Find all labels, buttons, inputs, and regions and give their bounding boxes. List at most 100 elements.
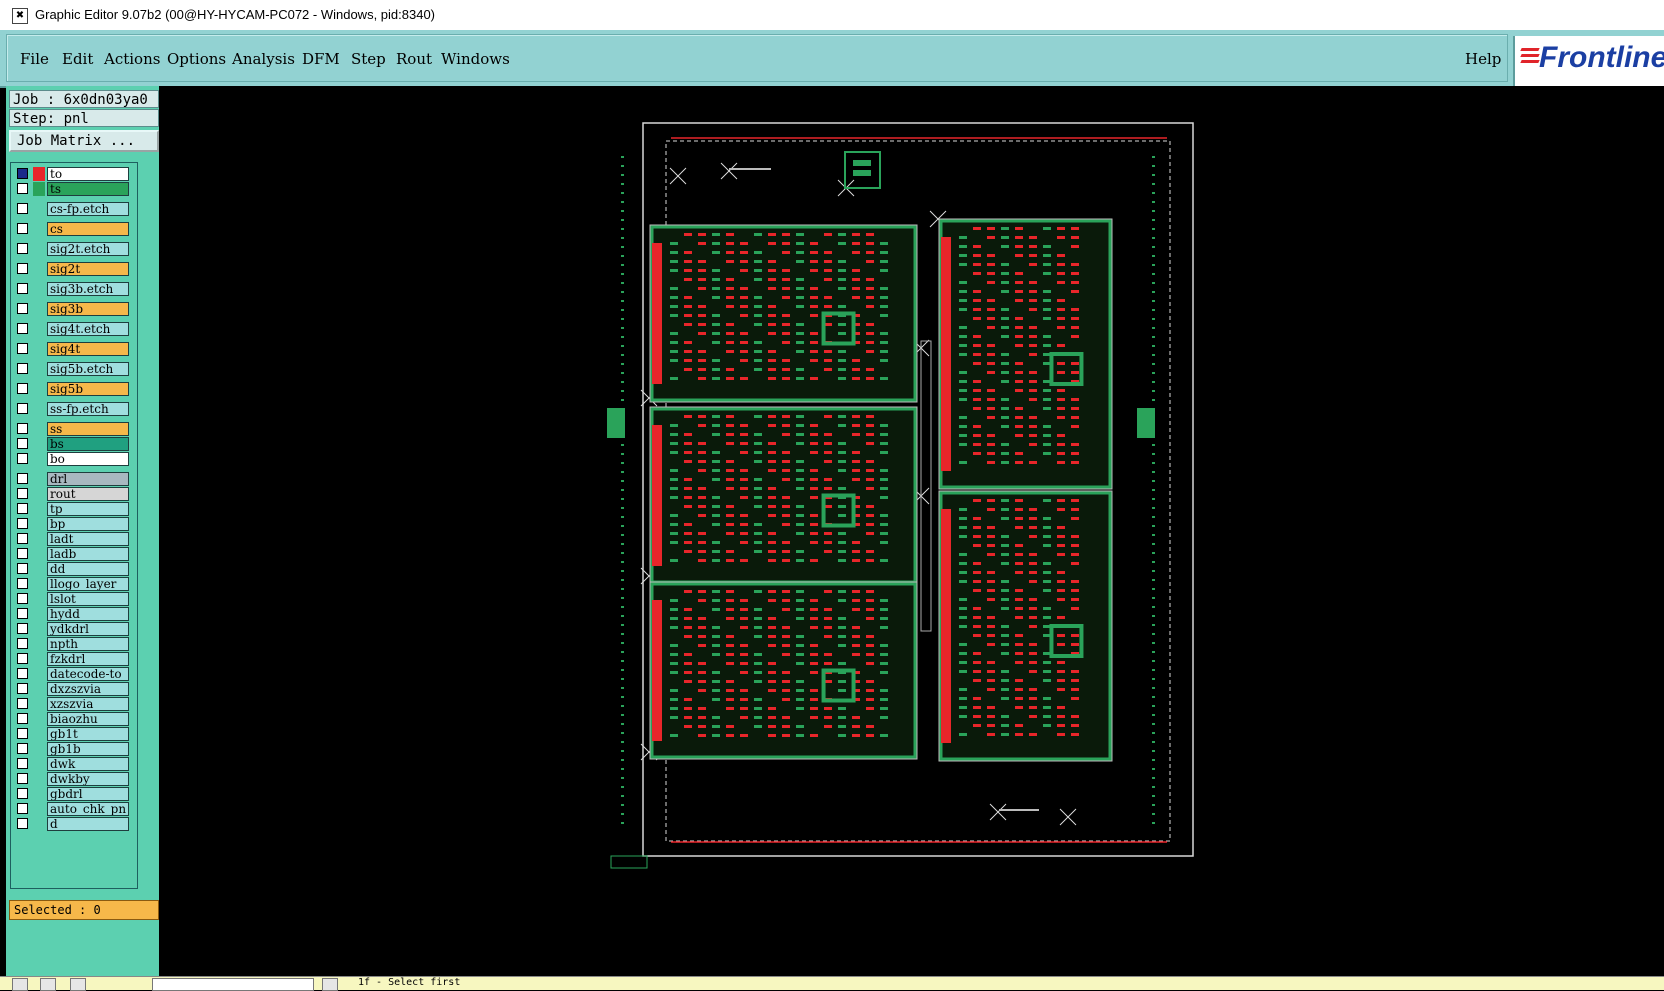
layer-checkbox[interactable] bbox=[17, 683, 28, 694]
menu-actions[interactable]: Actions bbox=[104, 50, 160, 68]
layer-name[interactable]: to bbox=[47, 167, 129, 181]
layer-row-ss-fp.etch[interactable]: ss-fp.etch bbox=[14, 402, 130, 416]
layer-row-hydd[interactable]: hydd bbox=[14, 607, 130, 621]
layer-checkbox[interactable] bbox=[17, 818, 28, 829]
layer-row-dwk[interactable]: dwk bbox=[14, 757, 130, 771]
command-field[interactable] bbox=[152, 978, 314, 991]
layer-checkbox[interactable] bbox=[17, 323, 28, 334]
layer-row-gb1b[interactable]: gb1b bbox=[14, 742, 130, 756]
layer-row-auto_chk_pn[interactable]: auto_chk_pn bbox=[14, 802, 130, 816]
layer-name[interactable]: bo bbox=[47, 452, 129, 466]
layer-row-fzkdrl[interactable]: fzkdrl bbox=[14, 652, 130, 666]
layer-row-cs[interactable]: cs bbox=[14, 222, 130, 236]
layer-name[interactable]: gb1t bbox=[47, 727, 129, 741]
layer-name[interactable]: sig2t bbox=[47, 262, 129, 276]
layer-name[interactable]: dd bbox=[47, 562, 129, 576]
layer-name[interactable]: npth bbox=[47, 637, 129, 651]
layer-checkbox[interactable] bbox=[17, 533, 28, 544]
layer-checkbox[interactable] bbox=[17, 608, 28, 619]
layer-row-ydkdrl[interactable]: ydkdrl bbox=[14, 622, 130, 636]
layer-row-d[interactable]: d bbox=[14, 817, 130, 831]
layer-row-sig2t[interactable]: sig2t bbox=[14, 262, 130, 276]
layer-name[interactable]: dwk bbox=[47, 757, 129, 771]
layer-checkbox[interactable] bbox=[17, 548, 28, 559]
menu-options[interactable]: Options bbox=[167, 50, 226, 68]
layer-name[interactable]: ladt bbox=[47, 532, 129, 546]
layer-checkbox[interactable] bbox=[17, 183, 28, 194]
status-button-3[interactable] bbox=[70, 978, 86, 991]
layer-checkbox[interactable] bbox=[17, 423, 28, 434]
layer-name[interactable]: d bbox=[47, 817, 129, 831]
layer-checkbox[interactable] bbox=[17, 773, 28, 784]
menu-step[interactable]: Step bbox=[351, 50, 386, 68]
status-button-2[interactable] bbox=[40, 978, 56, 991]
layer-row-ss[interactable]: ss bbox=[14, 422, 130, 436]
layer-name[interactable]: auto_chk_pn bbox=[47, 802, 129, 816]
layer-color-swatch[interactable] bbox=[33, 182, 45, 196]
layer-row-dwkby[interactable]: dwkby bbox=[14, 772, 130, 786]
layer-checkbox[interactable] bbox=[17, 453, 28, 464]
layer-name[interactable]: ydkdrl bbox=[47, 622, 129, 636]
layer-row-bp[interactable]: bp bbox=[14, 517, 130, 531]
layer-row-gbdrl[interactable]: gbdrl bbox=[14, 787, 130, 801]
layer-row-bs[interactable]: bs bbox=[14, 437, 130, 451]
layer-row-dd[interactable]: dd bbox=[14, 562, 130, 576]
layer-checkbox[interactable] bbox=[17, 653, 28, 664]
layer-name[interactable]: ss-fp.etch bbox=[47, 402, 129, 416]
layer-checkbox[interactable] bbox=[17, 203, 28, 214]
layer-name[interactable]: fzkdrl bbox=[47, 652, 129, 666]
layer-checkbox[interactable] bbox=[17, 668, 28, 679]
layer-checkbox[interactable] bbox=[17, 488, 28, 499]
menu-file[interactable]: File bbox=[20, 50, 49, 68]
menu-help[interactable]: Help bbox=[1465, 50, 1501, 68]
layer-checkbox[interactable] bbox=[17, 518, 28, 529]
layer-name[interactable]: sig4t bbox=[47, 342, 129, 356]
menu-analysis[interactable]: Analysis bbox=[232, 50, 295, 68]
layer-row-cs-fp.etch[interactable]: cs-fp.etch bbox=[14, 202, 130, 216]
layer-name[interactable]: bs bbox=[47, 437, 129, 451]
layer-name[interactable]: sig3b.etch bbox=[47, 282, 129, 296]
layer-row-sig5b.etch[interactable]: sig5b.etch bbox=[14, 362, 130, 376]
layer-row-ladb[interactable]: ladb bbox=[14, 547, 130, 561]
layer-checkbox[interactable] bbox=[17, 303, 28, 314]
layer-checkbox[interactable] bbox=[17, 473, 28, 484]
layer-checkbox[interactable] bbox=[17, 383, 28, 394]
layer-checkbox[interactable] bbox=[17, 728, 28, 739]
layer-row-sig2t.etch[interactable]: sig2t.etch bbox=[14, 242, 130, 256]
layer-row-sig3b[interactable]: sig3b bbox=[14, 302, 130, 316]
layer-checkbox[interactable] bbox=[17, 758, 28, 769]
layer-checkbox[interactable] bbox=[17, 283, 28, 294]
layer-row-sig4t.etch[interactable]: sig4t.etch bbox=[14, 322, 130, 336]
layer-row-npth[interactable]: npth bbox=[14, 637, 130, 651]
layer-name[interactable]: hydd bbox=[47, 607, 129, 621]
layer-checkbox[interactable] bbox=[17, 593, 28, 604]
layer-name[interactable]: dxzszvia bbox=[47, 682, 129, 696]
layer-name[interactable]: cs-fp.etch bbox=[47, 202, 129, 216]
status-button-4[interactable] bbox=[322, 978, 338, 991]
status-button-1[interactable] bbox=[12, 978, 28, 991]
menu-dfm[interactable]: DFM bbox=[302, 50, 340, 68]
layer-checkbox[interactable] bbox=[17, 403, 28, 414]
layer-name[interactable]: ss bbox=[47, 422, 129, 436]
layer-row-sig5b[interactable]: sig5b bbox=[14, 382, 130, 396]
layer-row-gb1t[interactable]: gb1t bbox=[14, 727, 130, 741]
layer-checkbox[interactable] bbox=[17, 623, 28, 634]
layer-checkbox[interactable] bbox=[17, 788, 28, 799]
layer-name[interactable]: lslot bbox=[47, 592, 129, 606]
layer-row-sig3b.etch[interactable]: sig3b.etch bbox=[14, 282, 130, 296]
layer-name[interactable]: dwkby bbox=[47, 772, 129, 786]
layer-checkbox[interactable] bbox=[17, 698, 28, 709]
layer-name[interactable]: sig3b bbox=[47, 302, 129, 316]
layer-checkbox[interactable] bbox=[17, 168, 28, 179]
layer-checkbox[interactable] bbox=[17, 713, 28, 724]
layer-name[interactable]: sig5b bbox=[47, 382, 129, 396]
menu-edit[interactable]: Edit bbox=[62, 50, 93, 68]
layer-row-drl[interactable]: drl bbox=[14, 472, 130, 486]
layer-checkbox[interactable] bbox=[17, 743, 28, 754]
layer-name[interactable]: llogo_layer bbox=[47, 577, 129, 591]
layer-name[interactable]: datecode-to bbox=[47, 667, 129, 681]
layer-row-sig4t[interactable]: sig4t bbox=[14, 342, 130, 356]
layer-row-to[interactable]: to bbox=[14, 167, 130, 181]
layer-name[interactable]: biaozhu bbox=[47, 712, 129, 726]
layer-checkbox[interactable] bbox=[17, 803, 28, 814]
